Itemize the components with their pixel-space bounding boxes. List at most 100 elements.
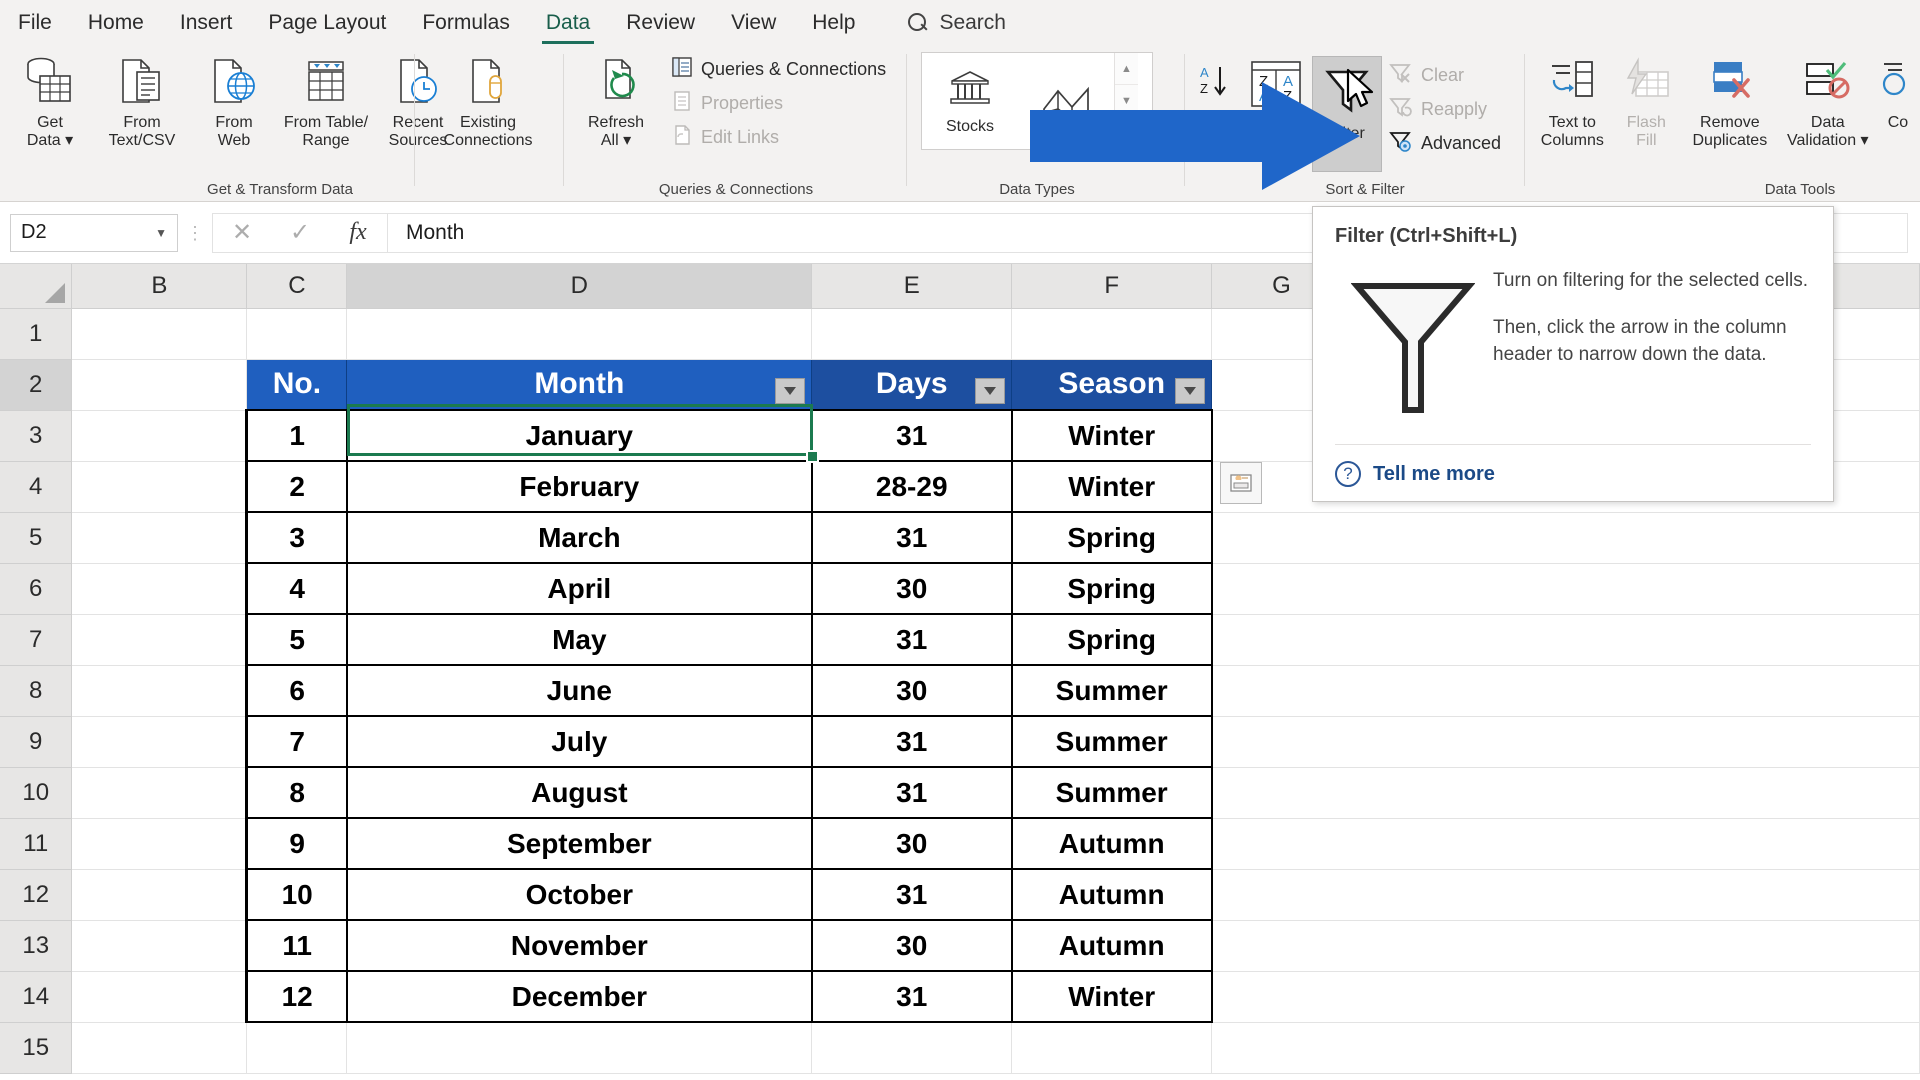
cell-b5[interactable]	[71, 512, 248, 564]
cell-d6[interactable]: April	[345, 562, 813, 615]
quick-analysis-icon[interactable]	[1220, 462, 1262, 504]
ribbon-button-advanced-filter[interactable]: Advanced	[1382, 126, 1507, 160]
row-header-15[interactable]: 15	[0, 1022, 73, 1074]
cell-b6[interactable]	[71, 563, 248, 615]
cell-d5[interactable]: March	[345, 511, 813, 564]
cell-d1[interactable]	[346, 308, 813, 360]
cell-g7[interactable]	[1211, 614, 1920, 666]
cell-f3[interactable]: Winter	[1010, 409, 1213, 462]
filter-dropdown-season[interactable]	[1175, 378, 1206, 404]
column-header-b[interactable]: B	[71, 264, 248, 309]
cell-c5[interactable]: 3	[245, 511, 348, 564]
row-header-12[interactable]: 12	[0, 869, 73, 921]
ribbon-button-sort-az[interactable]: A Z	[1190, 58, 1246, 106]
column-header-d[interactable]: D	[346, 264, 813, 309]
cell-c15[interactable]	[246, 1022, 348, 1074]
ribbon-button-existing-connections[interactable]: Existing Connections	[420, 46, 556, 164]
cell-b8[interactable]	[71, 665, 248, 717]
cell-c12[interactable]: 10	[245, 868, 348, 921]
cell-e11[interactable]: 30	[810, 817, 1013, 870]
ribbon-button-data-validation[interactable]: Data Validation ▾	[1780, 46, 1876, 164]
cancel-formula-button[interactable]: ✕	[213, 218, 271, 247]
column-header-e[interactable]: E	[811, 264, 1013, 309]
cell-e2[interactable]: Days	[811, 358, 1013, 411]
ribbon-button-edit-links[interactable]: Edit Links	[664, 120, 892, 154]
tab-file[interactable]: File	[0, 0, 70, 46]
cell-e1[interactable]	[811, 308, 1013, 360]
name-box[interactable]: D2 ▼	[10, 213, 178, 252]
cell-f8[interactable]: Summer	[1010, 664, 1213, 717]
cell-d9[interactable]: July	[345, 715, 813, 768]
row-header-14[interactable]: 14	[0, 971, 73, 1023]
ribbon-button-from-text-csv[interactable]: From Text/CSV	[96, 46, 188, 164]
cell-e10[interactable]: 31	[810, 766, 1013, 819]
row-header-5[interactable]: 5	[0, 512, 73, 564]
cell-f1[interactable]	[1011, 308, 1213, 360]
cell-d10[interactable]: August	[345, 766, 813, 819]
cell-g14[interactable]	[1211, 971, 1920, 1023]
cell-b13[interactable]	[71, 920, 248, 972]
cell-b2[interactable]	[71, 359, 248, 411]
ribbon-button-consolidate[interactable]: Co	[1876, 46, 1920, 164]
cell-e5[interactable]: 31	[810, 511, 1013, 564]
cell-c9[interactable]: 7	[245, 715, 348, 768]
cell-c8[interactable]: 6	[245, 664, 348, 717]
cell-b15[interactable]	[71, 1022, 248, 1074]
cell-e14[interactable]: 31	[810, 970, 1013, 1023]
cell-c7[interactable]: 5	[245, 613, 348, 666]
column-header-f[interactable]: F	[1011, 264, 1213, 309]
cell-b12[interactable]	[71, 869, 248, 921]
cell-d8[interactable]: June	[345, 664, 813, 717]
cell-e6[interactable]: 30	[810, 562, 1013, 615]
cell-c14[interactable]: 12	[245, 970, 348, 1023]
formula-bar-handle[interactable]: ⋮	[178, 224, 212, 242]
row-header-13[interactable]: 13	[0, 920, 73, 972]
cell-b14[interactable]	[71, 971, 248, 1023]
cell-c3[interactable]: 1	[245, 409, 348, 462]
cell-e12[interactable]: 31	[810, 868, 1013, 921]
ribbon-button-properties[interactable]: Properties	[664, 86, 892, 120]
cell-e15[interactable]	[811, 1022, 1013, 1074]
cell-b1[interactable]	[71, 308, 248, 360]
cell-e13[interactable]: 30	[810, 919, 1013, 972]
row-header-6[interactable]: 6	[0, 563, 73, 615]
search-box[interactable]: Search	[907, 11, 1006, 35]
data-types-gallery[interactable]: Stocks ▲ ▼ ▾	[921, 52, 1153, 150]
data-types-scroll-up[interactable]: ▲	[1115, 53, 1138, 85]
cell-b9[interactable]	[71, 716, 248, 768]
row-header-11[interactable]: 11	[0, 818, 73, 870]
cell-d4[interactable]: February	[345, 460, 813, 513]
ribbon-button-filter[interactable]: Filter	[1312, 56, 1382, 172]
cell-d12[interactable]: October	[345, 868, 813, 921]
tab-help[interactable]: Help	[794, 0, 873, 46]
cell-f6[interactable]: Spring	[1010, 562, 1213, 615]
tab-data[interactable]: Data	[528, 0, 608, 46]
cell-c4[interactable]: 2	[245, 460, 348, 513]
row-header-2[interactable]: 2	[0, 359, 73, 411]
ribbon-button-queries-connections[interactable]: Queries & Connections	[664, 52, 892, 86]
cell-b10[interactable]	[71, 767, 248, 819]
filter-dropdown-days[interactable]	[975, 378, 1006, 404]
column-header-c[interactable]: C	[246, 264, 348, 309]
cell-b4[interactable]	[71, 461, 248, 513]
row-header-10[interactable]: 10	[0, 767, 73, 819]
cell-f5[interactable]: Spring	[1010, 511, 1213, 564]
cell-e8[interactable]: 30	[810, 664, 1013, 717]
ribbon-button-get-data[interactable]: Get Data ▾	[4, 46, 96, 164]
cell-d2[interactable]: Month	[346, 358, 813, 411]
cell-b11[interactable]	[71, 818, 248, 870]
enter-formula-button[interactable]: ✓	[271, 218, 329, 247]
cell-c10[interactable]: 8	[245, 766, 348, 819]
cell-g10[interactable]	[1211, 767, 1920, 819]
cell-e7[interactable]: 31	[810, 613, 1013, 666]
tooltip-footer[interactable]: ? Tell me more	[1335, 461, 1495, 487]
cell-e9[interactable]: 31	[810, 715, 1013, 768]
data-type-stocks[interactable]: Stocks	[922, 53, 1018, 149]
cell-g15[interactable]	[1211, 1022, 1920, 1074]
select-all-corner[interactable]	[0, 264, 73, 309]
row-header-7[interactable]: 7	[0, 614, 73, 666]
row-header-1[interactable]: 1	[0, 308, 73, 360]
cell-f7[interactable]: Spring	[1010, 613, 1213, 666]
cell-g12[interactable]	[1211, 869, 1920, 921]
cell-f10[interactable]: Summer	[1010, 766, 1213, 819]
